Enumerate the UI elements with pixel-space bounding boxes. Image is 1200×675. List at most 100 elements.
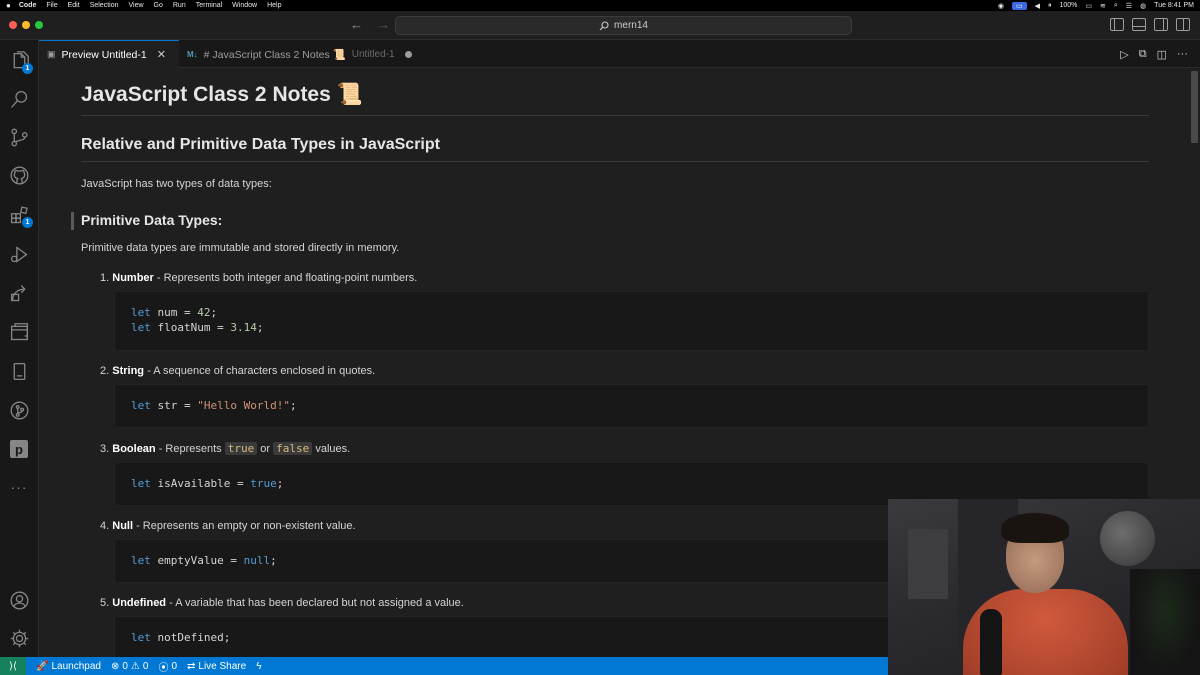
search-view-icon[interactable] <box>8 88 30 110</box>
notebook-icon[interactable] <box>8 360 30 382</box>
warning-count: 0 <box>142 660 149 672</box>
close-icon[interactable]: ✕ <box>157 48 166 61</box>
menu-selection[interactable]: Selection <box>90 2 119 9</box>
menu-view[interactable]: View <box>128 2 143 9</box>
panel-view-icon[interactable] <box>8 321 30 343</box>
menu-run[interactable]: Run <box>173 2 186 9</box>
subsection-heading: Primitive Data Types: <box>71 212 1149 230</box>
live-share-item[interactable]: ⇄ Live Share <box>187 661 246 672</box>
remote-indicator-icon[interactable]: ⟩⟨ <box>0 657 26 675</box>
intro-paragraph: JavaScript has two types of data types: <box>81 178 272 190</box>
lightning-item[interactable]: ϟ <box>256 661 261 672</box>
extensions-icon[interactable]: 1 <box>8 204 33 228</box>
launchpad-item[interactable]: 🚀 Launchpad <box>36 661 101 672</box>
subsection-description: Primitive data types are immutable and s… <box>81 242 400 254</box>
background-frame <box>908 529 948 599</box>
menu-app-code[interactable]: Code <box>19 2 37 9</box>
microphone <box>980 609 1002 675</box>
code-block: let num = 42; let floatNum = 3.14; <box>114 291 1149 351</box>
menu-help[interactable]: Help <box>267 2 281 9</box>
webcam-overlay <box>888 499 1200 675</box>
battery-icon[interactable]: ▭ <box>1085 2 1092 10</box>
clock[interactable]: Tue 8:41 PM <box>1154 2 1194 9</box>
screen-record-icon[interactable]: ◉ <box>998 2 1004 10</box>
toggle-primary-sidebar-icon[interactable] <box>1110 18 1124 31</box>
unsaved-dot-icon[interactable] <box>404 50 412 58</box>
pause-icon[interactable]: ⏸ <box>1048 2 1052 10</box>
toggle-secondary-sidebar-icon[interactable] <box>1154 18 1168 31</box>
menu-terminal[interactable]: Terminal <box>196 2 222 9</box>
vertical-scrollbar[interactable] <box>1191 71 1198 143</box>
postman-icon[interactable]: p <box>8 438 30 460</box>
command-center-search[interactable]: mern14 <box>395 16 852 35</box>
explorer-badge: 1 <box>22 63 33 74</box>
open-source-icon[interactable]: ⧉ <box>1139 48 1147 61</box>
background-plant <box>1130 569 1200 675</box>
split-editor-icon[interactable]: ◫ <box>1157 48 1167 61</box>
code-block: let str = "Hello World!"; <box>114 384 1149 428</box>
zoom-window-button[interactable] <box>35 21 43 29</box>
explorer-icon[interactable]: 1 <box>8 50 33 74</box>
code-line: let isAvailable = true; <box>131 477 284 490</box>
more-actions-icon[interactable]: ··· <box>1177 48 1188 61</box>
launchpad-label: Launchpad <box>51 660 101 672</box>
type-name: Number <box>112 272 154 284</box>
list-number: 3. <box>100 443 110 455</box>
list-number: 2. <box>100 365 110 377</box>
code-line: let floatNum = 3.14; <box>131 321 264 334</box>
command-center-label: mern14 <box>614 20 648 31</box>
menu-edit[interactable]: Edit <box>68 2 80 9</box>
lightning-icon: ϟ <box>256 660 262 672</box>
back-arrow-icon[interactable]: ← <box>350 17 363 32</box>
spotlight-icon[interactable]: ⌕ <box>1114 2 1118 10</box>
section-heading: Relative and Primitive Data Types in Jav… <box>81 136 1149 162</box>
apple-icon[interactable]: ● <box>6 1 11 10</box>
ports-icon: ⦿ <box>158 662 169 674</box>
remote-explorer-icon[interactable] <box>8 282 30 304</box>
markdown-icon: M↓ <box>187 49 198 59</box>
layout-controls <box>1110 18 1190 31</box>
tab-preview-label: Preview Untitled-1 <box>61 48 147 61</box>
git-graph-icon[interactable] <box>8 399 30 421</box>
extensions-badge: 1 <box>22 217 33 228</box>
tab-preview-untitled[interactable]: ▣ Preview Untitled-1 ✕ <box>39 40 179 68</box>
siri-icon[interactable]: ◍ <box>1140 2 1146 10</box>
control-center-icon[interactable]: ☰ <box>1126 2 1132 10</box>
forward-arrow-icon[interactable]: → <box>377 17 390 32</box>
run-debug-icon[interactable] <box>8 243 30 265</box>
list-number: 4. <box>100 520 110 532</box>
accounts-icon[interactable] <box>8 589 30 611</box>
settings-gear-icon[interactable] <box>8 627 30 649</box>
list-item: 2. String - A sequence of characters enc… <box>100 365 1149 377</box>
ports-count: 0 <box>171 660 177 672</box>
wifi-icon[interactable]: ≋ <box>1100 2 1106 10</box>
toggle-panel-icon[interactable] <box>1132 18 1146 31</box>
github-icon[interactable] <box>8 164 30 186</box>
problems-item[interactable]: ⊗ 0 ⚠ 0 <box>111 661 148 672</box>
live-share-label: Live Share <box>198 660 247 672</box>
rocket-icon: 🚀 <box>36 660 49 672</box>
page-title: JavaScript Class 2 Notes 📜 <box>81 83 1149 116</box>
live-share-icon: ⇄ <box>187 660 196 672</box>
menu-file[interactable]: File <box>46 2 57 9</box>
menu-go[interactable]: Go <box>154 2 163 9</box>
ports-item[interactable]: ⦿ 0 <box>158 659 177 674</box>
source-control-icon[interactable] <box>8 126 30 148</box>
code-line: let num = 42; <box>131 306 218 319</box>
menubar-status-area: ◉ ▭ ◀︎ ⏸ 100% ▭ ≋ ⌕ ☰ ◍ Tue 8:41 PM <box>998 1 1194 10</box>
moon-lamp <box>1100 511 1155 566</box>
volume-icon[interactable]: ◀︎ <box>1035 2 1040 10</box>
traffic-lights <box>9 21 43 29</box>
run-icon[interactable]: ▷ <box>1120 48 1128 61</box>
menu-window[interactable]: Window <box>232 2 257 9</box>
navigation-arrows: ← → <box>350 17 390 32</box>
warning-icon: ⚠ <box>130 660 140 672</box>
tab-markdown-source[interactable]: M↓ # JavaScript Class 2 Notes 📜 Untitled… <box>179 40 461 68</box>
customize-layout-icon[interactable] <box>1176 18 1190 31</box>
editor-tab-bar: ▣ Preview Untitled-1 ✕ M↓ # JavaScript C… <box>39 40 1200 68</box>
display-icon[interactable]: ▭ <box>1011 1 1027 10</box>
close-window-button[interactable] <box>9 21 17 29</box>
more-views-icon[interactable]: ··· <box>8 476 30 498</box>
minimize-window-button[interactable] <box>22 21 30 29</box>
code-line: let str = "Hello World!"; <box>131 399 297 412</box>
